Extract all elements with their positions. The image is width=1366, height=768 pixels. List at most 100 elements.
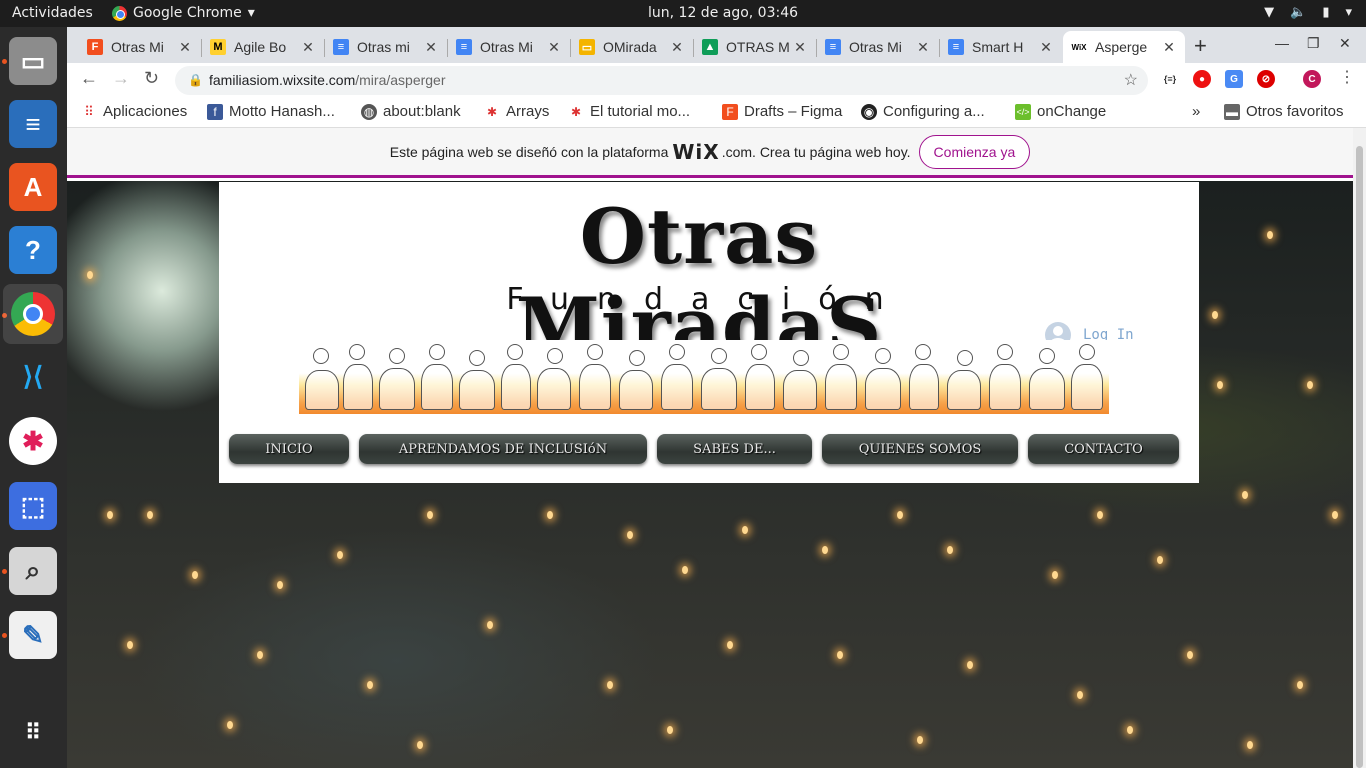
nav-quienes-somos[interactable]: QUIENES SOMOS	[822, 434, 1018, 464]
bookmark-label: Arrays	[506, 103, 550, 120]
minimize-icon[interactable]: —	[1275, 35, 1289, 51]
miro-icon: M	[210, 39, 226, 55]
nav-sabes-de[interactable]: SABES DE...	[657, 434, 812, 464]
close-icon[interactable]: ✕	[1161, 39, 1177, 56]
wix-icon: WiX	[1071, 39, 1087, 55]
tab-active[interactable]: WiX Asperge ✕	[1063, 31, 1185, 63]
power-menu-icon[interactable]: ▾	[1345, 5, 1352, 20]
site-subtitle: Fundación	[506, 282, 912, 317]
bookmark-label: El tutorial mo...	[590, 103, 691, 120]
bookmark-item[interactable]: ✱ El tutorial mo...	[568, 103, 690, 120]
address-bar[interactable]: 🔒 familiasiom.wixsite.com/mira/asperger …	[175, 66, 1148, 95]
nav-aprendamos-de-inclusion[interactable]: APRENDAMOS DE INCLUSIóN	[359, 434, 647, 464]
close-icon[interactable]: ✕	[177, 39, 193, 56]
tab-label: Agile Bo	[234, 39, 287, 55]
nav-inicio[interactable]: INICIO	[229, 434, 349, 464]
tab[interactable]: ▲ OTRAS M ✕	[694, 31, 816, 63]
bookmark-item[interactable]: ✱ Arrays	[484, 103, 549, 120]
help-icon[interactable]: ?	[9, 226, 57, 274]
system-tray[interactable]: ▼ 🔈 ▮ ▾	[1264, 5, 1352, 20]
tab[interactable]: F Otras Mi ✕	[79, 31, 201, 63]
bookmarks-bar: ⠿ Aplicaciones f Motto Hanash... ◍ about…	[67, 97, 1366, 128]
tab-label: OTRAS M	[726, 39, 790, 55]
app-menu-label: Google Chrome	[133, 5, 242, 21]
bookmark-item[interactable]: F Drafts – Figma	[722, 103, 842, 120]
facebook-icon: f	[207, 103, 223, 120]
json-viewer-icon[interactable]: {≡}	[1161, 70, 1179, 88]
bookmark-item[interactable]: ◍ about:blank	[361, 103, 461, 120]
maximize-icon[interactable]: ❐	[1307, 35, 1320, 52]
nav-contacto[interactable]: CONTACTO	[1028, 434, 1179, 464]
page-scrollbar[interactable]	[1353, 128, 1366, 768]
slack-icon[interactable]: ✱	[9, 417, 57, 465]
main-navigation: INICIO APRENDAMOS DE INCLUSIóN SABES DE.…	[229, 434, 1189, 464]
other-bookmarks-folder[interactable]: ▬ Otros favoritos	[1224, 103, 1344, 120]
page-viewport: Este página web se diseñó con la platafo…	[67, 128, 1353, 768]
tab[interactable]: M Agile Bo ✕	[202, 31, 324, 63]
close-icon[interactable]: ✕	[423, 39, 439, 56]
app-menu[interactable]: Google Chrome ▾	[112, 5, 255, 21]
tab[interactable]: ≡ Smart H ✕	[940, 31, 1062, 63]
wix-logo: WiX	[672, 139, 720, 164]
bookmark-item[interactable]: </> onChange	[1015, 103, 1106, 120]
close-icon[interactable]: ✕	[300, 39, 316, 56]
apps-grid-icon: ⠿	[84, 103, 94, 119]
tab-label: Smart H	[972, 39, 1024, 55]
back-icon[interactable]: ←	[80, 68, 98, 89]
person-icon: ✱	[486, 104, 498, 119]
tab-label: Otras Mi	[849, 39, 902, 55]
libreoffice-writer-icon[interactable]: ≡	[9, 100, 57, 148]
running-indicator	[2, 569, 7, 574]
wix-banner-text-after: .com. Crea tu página web hoy.	[721, 143, 911, 160]
reload-icon[interactable]: ↻	[144, 68, 159, 89]
software-center-icon[interactable]: A	[9, 163, 57, 211]
tab-label: Otras Mi	[111, 39, 164, 55]
tab[interactable]: ▭ OMirada ✕	[571, 31, 693, 63]
volume-icon[interactable]: 🔈	[1290, 5, 1306, 20]
forward-icon[interactable]: →	[112, 68, 130, 89]
wix-banner-text: Este página web se diseñó con la platafo…	[389, 143, 669, 160]
chrome-window: F Otras Mi ✕ M Agile Bo ✕ ≡ Otras mi ✕ ≡…	[67, 27, 1366, 768]
close-icon[interactable]: ✕	[915, 39, 931, 56]
chrome-dock-icon[interactable]	[3, 284, 63, 344]
drive-icon: ▲	[702, 39, 718, 55]
figma-icon: F	[722, 103, 738, 120]
tab[interactable]: ≡ Otras mi ✕	[325, 31, 447, 63]
close-window-icon[interactable]: ✕	[1339, 35, 1351, 52]
globe-icon: ◍	[361, 103, 377, 120]
screenshot-icon[interactable]: ⬚	[9, 482, 57, 530]
start-now-button[interactable]: Comienza ya	[918, 134, 1031, 169]
vscode-icon[interactable]: ⟩⟨	[9, 352, 57, 400]
magnifier-icon[interactable]: ⌕	[9, 547, 57, 595]
scrollbar-thumb[interactable]	[1356, 146, 1363, 768]
adblock-icon[interactable]: ●	[1193, 70, 1211, 88]
extension-icon[interactable]: ⊘	[1257, 70, 1275, 88]
bookmark-star-icon[interactable]: ☆	[1124, 66, 1138, 95]
more-menu-icon[interactable]: ⋮	[1339, 67, 1355, 87]
close-icon[interactable]: ✕	[1038, 39, 1054, 56]
bookmarks-overflow-button[interactable]: »	[1192, 103, 1200, 120]
dock: ▭ ≡ A ? ⟩⟨ ✱ ⬚ ⌕ ✎ ⠿	[0, 27, 67, 768]
show-applications-icon[interactable]: ⠿	[9, 709, 57, 757]
text-editor-icon[interactable]: ✎	[9, 611, 57, 659]
profile-avatar[interactable]: C	[1303, 70, 1321, 88]
bookmark-item[interactable]: f Motto Hanash...	[207, 103, 335, 120]
close-icon[interactable]: ✕	[792, 39, 808, 56]
clock[interactable]: lun, 12 de ago, 03:46	[648, 5, 798, 21]
activities-button[interactable]: Actividades	[12, 5, 93, 21]
new-tab-button[interactable]: +	[1194, 33, 1207, 59]
lock-icon[interactable]: 🔒	[188, 66, 203, 95]
bookmark-item[interactable]: ◉ Configuring a...	[861, 103, 985, 120]
files-icon[interactable]: ▭	[9, 37, 57, 85]
docs-icon: ≡	[456, 39, 472, 55]
battery-icon[interactable]: ▮	[1322, 5, 1329, 20]
close-icon[interactable]: ✕	[669, 39, 685, 56]
tab[interactable]: ≡ Otras Mi ✕	[448, 31, 570, 63]
bookmark-apps[interactable]: ⠿ Aplicaciones	[81, 103, 187, 120]
figma-icon: F	[87, 39, 103, 55]
translate-icon[interactable]: G	[1225, 70, 1243, 88]
close-icon[interactable]: ✕	[546, 39, 562, 56]
network-icon[interactable]: ▼	[1264, 5, 1274, 20]
tab-label: Asperge	[1095, 39, 1148, 55]
tab[interactable]: ≡ Otras Mi ✕	[817, 31, 939, 63]
